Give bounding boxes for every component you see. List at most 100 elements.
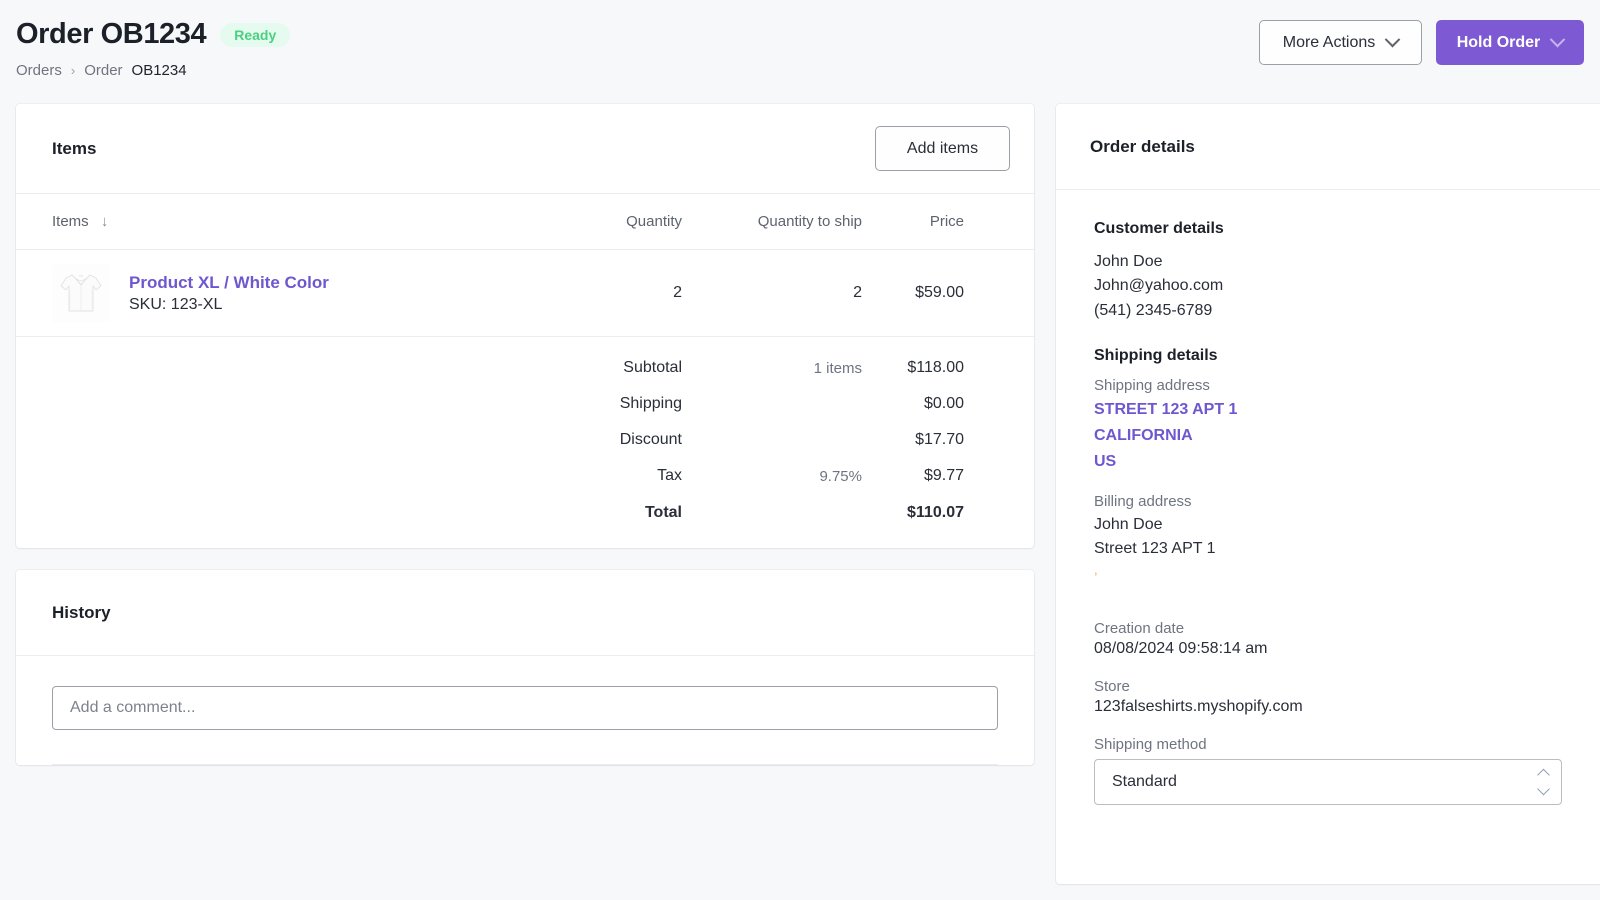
column-header-quantity: Quantity: [626, 213, 682, 230]
shipping-details-section: Shipping details Shipping address STREET…: [1094, 346, 1562, 577]
product-link[interactable]: Product XL / White Color: [129, 272, 329, 293]
creation-date-block: Creation date 08/08/2024 09:58:14 am: [1094, 620, 1562, 658]
history-card-header: History: [16, 570, 1034, 656]
comment-input[interactable]: [52, 686, 998, 730]
items-table-body: Product XL / White Color SKU: 123-XL 2 2…: [16, 249, 1034, 549]
status-badge: Ready: [220, 22, 291, 47]
column-header-quantity-to-ship: Quantity to ship: [757, 213, 862, 230]
totals-row-tax: Tax 9.75% $9.77: [16, 458, 1034, 494]
column-header-items-label: Items: [52, 213, 89, 230]
subtotal-value: $118.00: [907, 359, 964, 376]
totals-row-shipping: Shipping $0.00: [16, 386, 1034, 422]
header-actions: More Actions Hold Order: [1259, 20, 1584, 65]
total-label: Total: [644, 504, 682, 521]
tax-rate: 9.75%: [819, 467, 862, 485]
breadcrumb-link-orders[interactable]: Orders: [16, 62, 62, 79]
customer-name: John Doe: [1094, 253, 1163, 270]
shipping-address-label: Shipping address: [1094, 376, 1210, 394]
items-table: Items ↓ Quantity Quantity to ship Price: [16, 194, 1034, 548]
customer-email: John@yahoo.com: [1094, 277, 1224, 295]
billing-address-label: Billing address: [1094, 493, 1192, 511]
tax-value: $9.77: [923, 467, 964, 484]
chevron-down-icon: [1384, 31, 1401, 48]
history-body: [16, 656, 1034, 765]
page-layout: Items Add items Items ↓ Quantity Quantit…: [0, 104, 1600, 900]
items-card-header: Items Add items: [16, 104, 1034, 194]
page-header: Order OB1234 Ready Orders › Order OB1234…: [0, 0, 1600, 104]
main-column: Items Add items Items ↓ Quantity Quantit…: [16, 104, 1034, 765]
chevron-down-icon: [1550, 31, 1566, 48]
totals-row-total: Total $110.07: [16, 494, 1034, 548]
items-table-head: Items ↓ Quantity Quantity to ship Price: [16, 194, 1034, 250]
total-value: $110.07: [907, 504, 964, 521]
more-actions-button[interactable]: More Actions: [1259, 20, 1422, 65]
item-quantity-to-ship: 2: [704, 249, 884, 337]
order-details-card: Order details Customer details John Doe …: [1056, 104, 1600, 884]
shipping-details-heading: Shipping details: [1094, 346, 1218, 364]
add-items-button[interactable]: Add items: [875, 126, 1010, 171]
store-value: 123falseshirts.myshopify.com: [1094, 697, 1303, 715]
billing-address-line-1: John Doe: [1094, 516, 1163, 534]
add-items-label: Add items: [906, 139, 979, 157]
hold-order-label: Hold Order: [1456, 33, 1541, 51]
totals-row-subtotal: Subtotal 1 items $118.00: [16, 337, 1034, 387]
creation-date-label: Creation date: [1094, 619, 1185, 637]
shipping-address-value[interactable]: STREET 123 APT 1 CALIFORNIA US: [1094, 397, 1562, 475]
subtotal-label: Subtotal: [623, 359, 682, 376]
store-block: Store 123falseshirts.myshopify.com: [1094, 678, 1562, 716]
item-cell-inner: Product XL / White Color SKU: 123-XL: [52, 264, 564, 322]
items-table-header-row: Items ↓ Quantity Quantity to ship Price: [16, 194, 1034, 250]
table-row: Product XL / White Color SKU: 123-XL 2 2…: [16, 249, 1034, 337]
history-divider: [52, 764, 998, 765]
shipping-method-select[interactable]: Standard: [1094, 758, 1562, 805]
shipping-address-line-2: CALIFORNIA: [1094, 427, 1193, 445]
column-header-items[interactable]: Items ↓: [16, 194, 564, 250]
shipping-address-line-1: STREET 123 APT 1: [1094, 400, 1238, 418]
breadcrumb-separator-icon: ›: [70, 63, 76, 78]
sort-descending-icon: ↓: [100, 213, 109, 230]
order-details-title: Order details: [1090, 136, 1195, 156]
billing-address-line-2: Street 123 APT 1: [1094, 540, 1216, 558]
order-details-body: Customer details John Doe John@yahoo.com…: [1056, 190, 1600, 805]
product-thumbnail-image: [52, 264, 110, 322]
shipping-method-block: Shipping method Standard: [1094, 736, 1562, 805]
item-cell: Product XL / White Color SKU: 123-XL: [16, 249, 564, 337]
side-column: Order details Customer details John Doe …: [1056, 104, 1600, 884]
creation-date-value: 08/08/2024 09:58:14 am: [1094, 639, 1268, 657]
items-card: Items Add items Items ↓ Quantity Quantit…: [16, 104, 1034, 548]
discount-label: Discount: [619, 431, 682, 448]
item-text-block: Product XL / White Color SKU: 123-XL: [129, 272, 329, 314]
shipping-label: Shipping: [619, 395, 682, 412]
item-price: $59.00: [884, 249, 1034, 337]
breadcrumb-link-order[interactable]: Order: [84, 62, 122, 79]
product-sku: SKU: 123-XL: [129, 296, 223, 314]
tax-label: Tax: [657, 467, 682, 484]
items-card-title: Items: [52, 138, 97, 158]
shipping-address-line-3: US: [1094, 453, 1117, 471]
subtotal-note: 1 items: [813, 359, 862, 377]
shipping-method-label: Shipping method: [1094, 735, 1207, 753]
shipping-note: [704, 386, 884, 422]
history-card-title: History: [52, 602, 111, 622]
discount-note: [704, 422, 884, 458]
totals-row-discount: Discount $17.70: [16, 422, 1034, 458]
column-header-price: Price: [929, 213, 964, 230]
item-quantity: 2: [564, 249, 704, 337]
discount-value: $17.70: [915, 431, 964, 448]
customer-details-heading: Customer details: [1094, 220, 1224, 237]
billing-address-trailing-mark: ,: [1094, 561, 1098, 577]
order-details-header: Order details: [1056, 104, 1600, 190]
customer-details-section: Customer details John Doe John@yahoo.com…: [1094, 220, 1562, 323]
customer-phone: (541) 2345-6789: [1094, 301, 1213, 319]
hold-order-button[interactable]: Hold Order: [1436, 20, 1584, 65]
shipping-value: $0.00: [923, 395, 964, 412]
history-card: History: [16, 570, 1034, 765]
breadcrumb-current: OB1234: [131, 62, 187, 79]
total-note: [704, 494, 884, 548]
store-label: Store: [1094, 677, 1130, 695]
more-actions-label: More Actions: [1282, 33, 1376, 51]
shipping-method-select-wrapper: Standard: [1094, 758, 1562, 805]
